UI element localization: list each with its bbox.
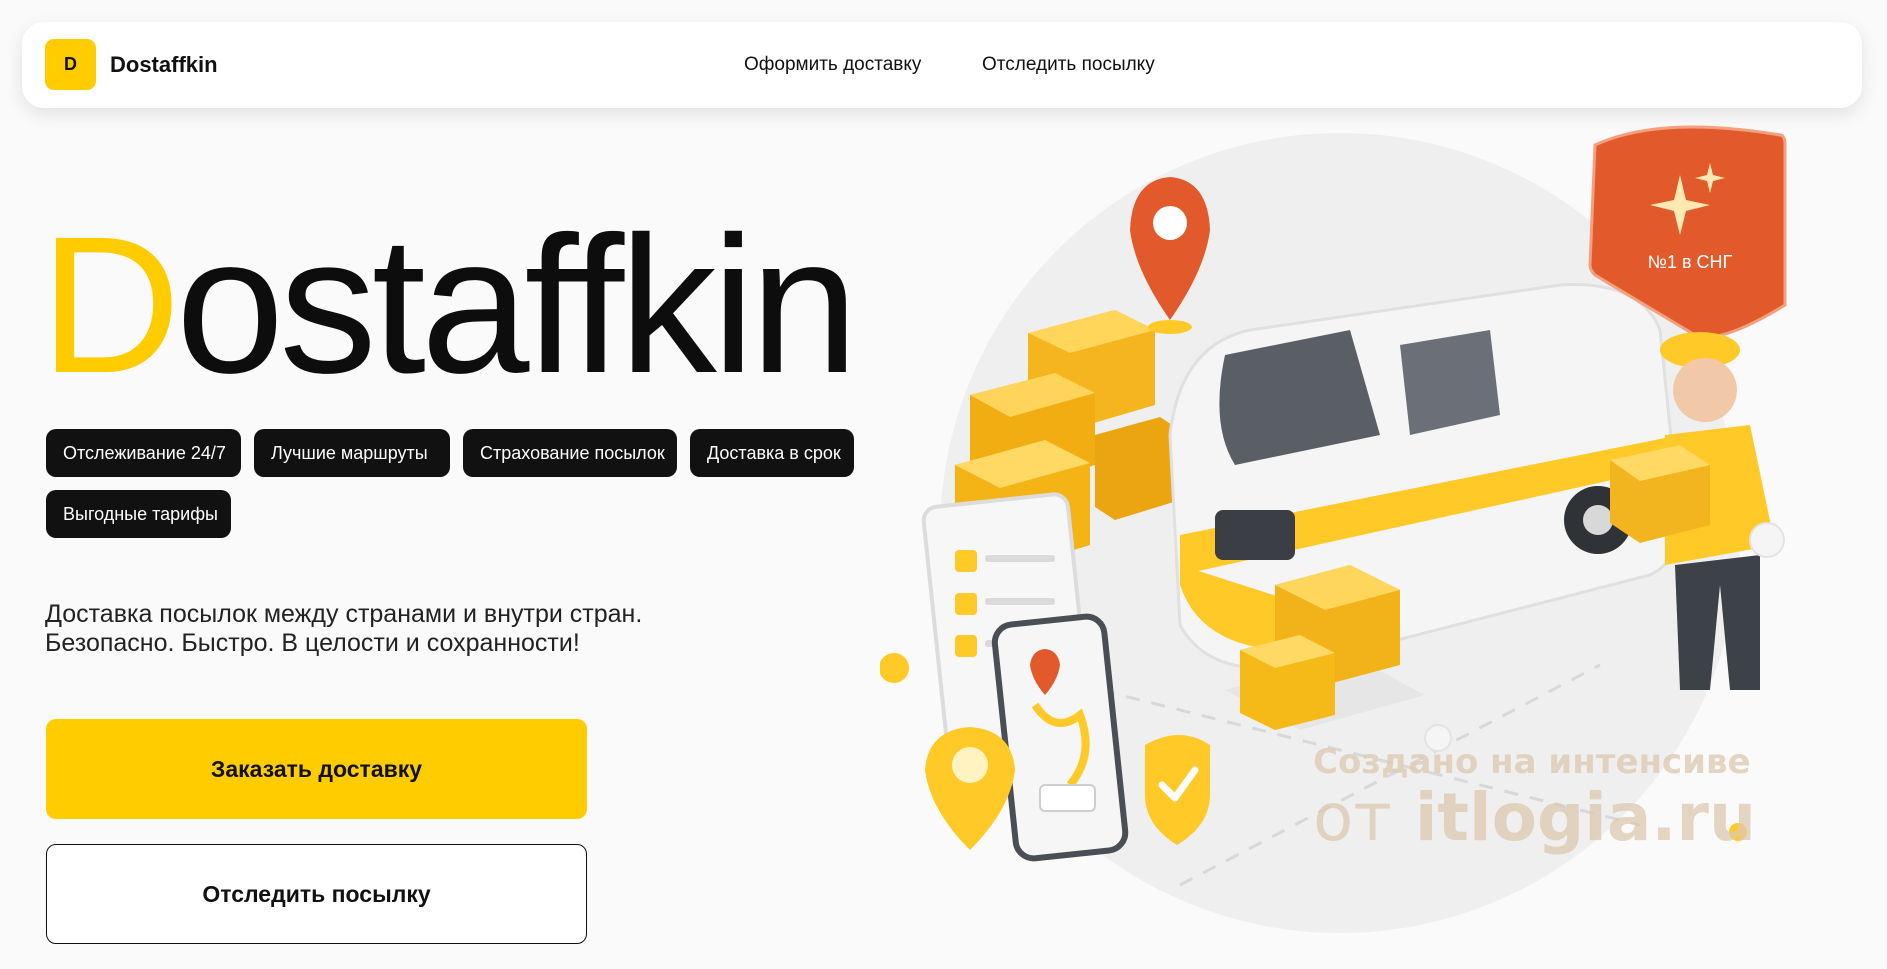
brand-name[interactable]: Dostaffkin [110, 52, 218, 78]
hero-title: Dostaffkin [40, 205, 859, 405]
decor-sphere [880, 653, 909, 683]
hero-title-rest: ostaffkin [175, 196, 859, 414]
nav-link-track-parcel[interactable]: Отследить посылку [982, 54, 1155, 76]
tag-best-routes: Лучшие маршруты [254, 429, 450, 477]
order-delivery-button[interactable]: Заказать доставку [46, 719, 587, 819]
decor-sphere [1749, 522, 1785, 558]
hero-subtitle-line-1: Доставка посылок между странами и внутри… [45, 600, 643, 628]
nav-link-order-delivery[interactable]: Оформить доставку [744, 54, 921, 76]
watermark-line-1: Создано на интенсиве [1313, 742, 1751, 782]
feature-tags: Отслеживание 24/7 Лучшие маршруты Страхо… [46, 429, 866, 538]
phone-map-icon [991, 613, 1129, 862]
top-navbar: D Dostaffkin Оформить доставку Отследить… [22, 22, 1862, 108]
hero-subtitle-line-2: Безопасно. Быстро. В целости и сохраннос… [45, 629, 580, 657]
tag-insurance: Страхование посылок [463, 429, 677, 477]
yellow-location-icon [925, 727, 1015, 850]
badge-text: №1 в СНГ [1648, 252, 1733, 272]
watermark-site: itlogia.ru [1414, 779, 1756, 856]
hero-subtitle: Доставка посылок между странами и внутри… [45, 600, 642, 658]
tag-on-time: Доставка в срок [690, 429, 854, 477]
tag-rates: Выгодные тарифы [46, 490, 231, 538]
tag-tracking: Отслеживание 24/7 [46, 429, 241, 477]
hero-title-accent-letter: D [40, 196, 181, 414]
track-parcel-button[interactable]: Отследить посылку [46, 844, 587, 944]
watermark: Создано на интенсиве от itlogia.ru [1313, 745, 1756, 851]
logo-badge[interactable]: D [45, 39, 96, 90]
watermark-line-2: от itlogia.ru [1313, 785, 1756, 851]
watermark-prefix: от [1313, 779, 1392, 856]
